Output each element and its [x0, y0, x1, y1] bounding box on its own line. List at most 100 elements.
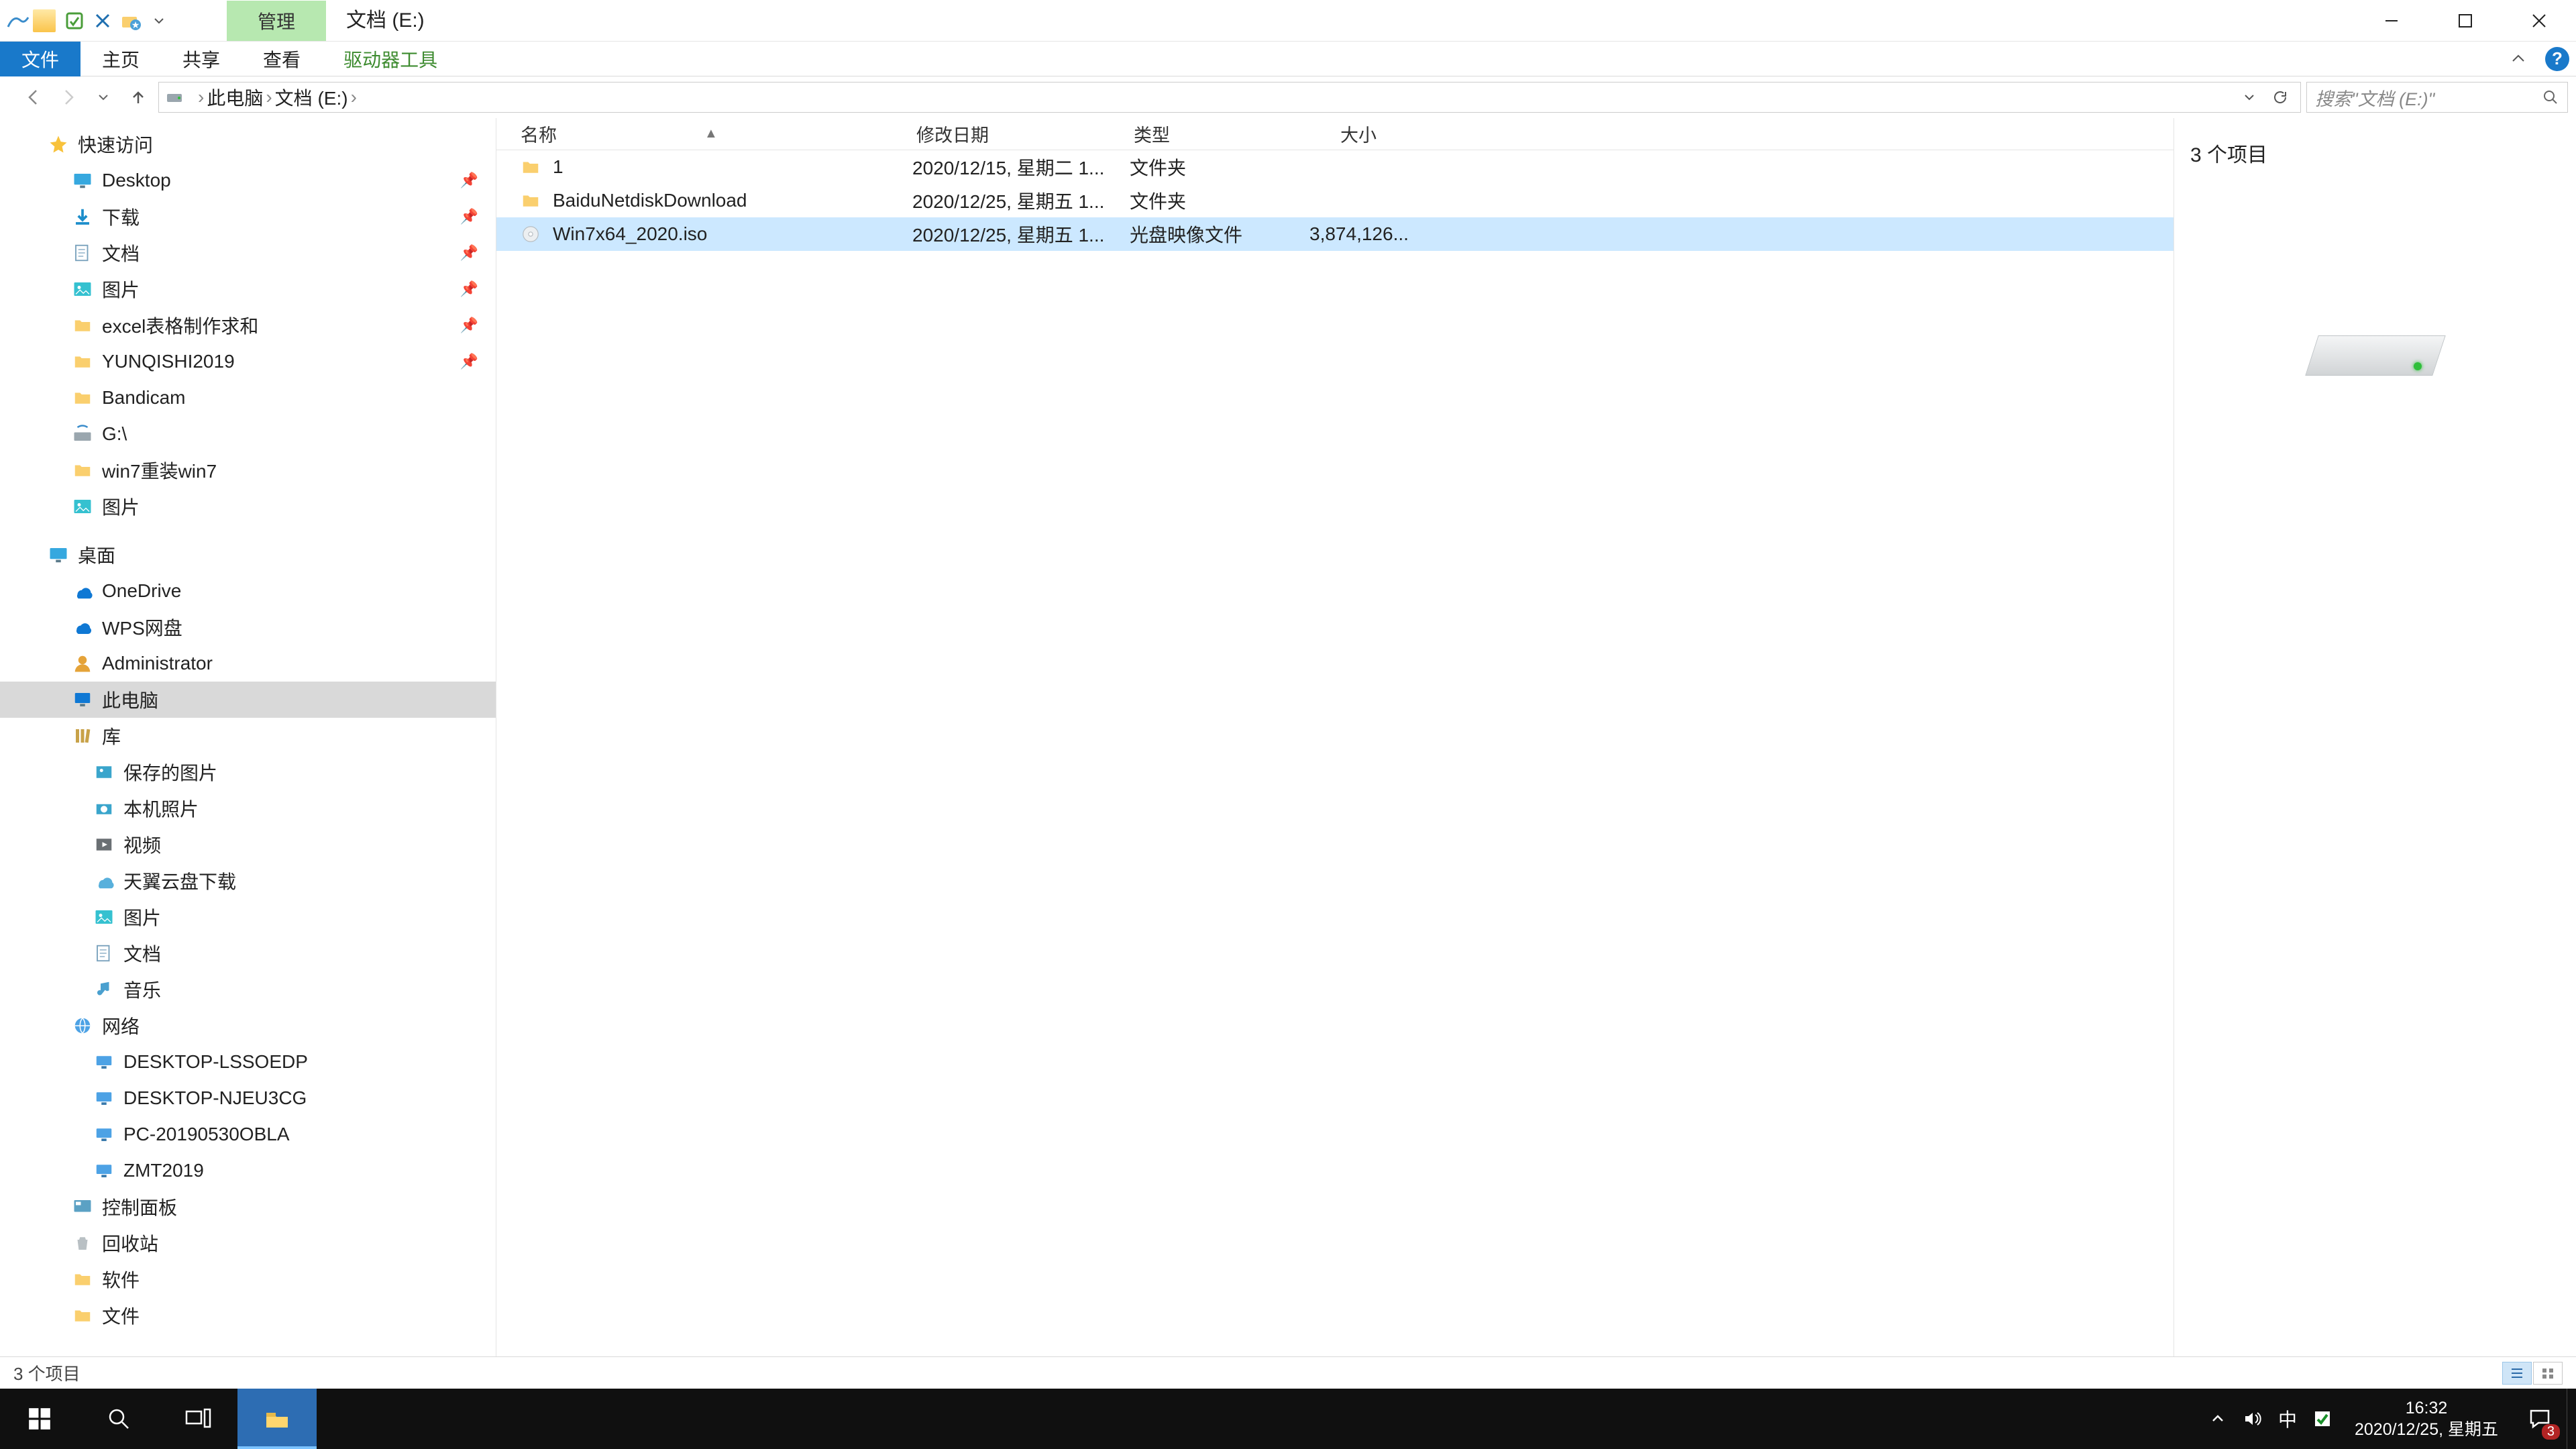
nav-quick-item[interactable]: Desktop 📌 [0, 162, 496, 199]
nav-quick-item[interactable]: win7重装win7 [0, 452, 496, 488]
nav-desktop-item[interactable]: 此电脑 [0, 682, 496, 718]
crumb-drive-e[interactable]: 文档 (E:) [275, 84, 348, 111]
refresh-icon[interactable] [2267, 89, 2294, 105]
nav-label: 库 [102, 722, 121, 749]
qat-properties-icon[interactable] [60, 0, 89, 42]
nav-network[interactable]: 网络 [0, 1008, 496, 1044]
nav-quick-item[interactable]: 文档 📌 [0, 235, 496, 271]
nav-network-item[interactable]: ZMT2019 [0, 1152, 496, 1189]
iso-icon [496, 224, 553, 244]
sort-ascending-icon: ▲ [704, 126, 718, 142]
ime-indicator[interactable]: 中 [2270, 1389, 2305, 1449]
search-button[interactable] [79, 1389, 158, 1449]
nav-library-item[interactable]: 音乐 [0, 971, 496, 1008]
nav-software[interactable]: 软件 [0, 1261, 496, 1297]
tab-share[interactable]: 共享 [161, 42, 241, 76]
nav-network-item[interactable]: DESKTOP-NJEU3CG [0, 1080, 496, 1116]
nav-quick-item[interactable]: G:\ [0, 416, 496, 452]
app-icon[interactable] [4, 0, 32, 42]
help-icon[interactable]: ? [2545, 47, 2569, 71]
nav-network-item[interactable]: DESKTOP-LSSOEDP [0, 1044, 496, 1080]
volume-icon[interactable] [2235, 1389, 2270, 1449]
nav-library-item[interactable]: 保存的图片 [0, 754, 496, 790]
file-row[interactable]: Win7x64_2020.iso 2020/12/25, 星期五 1... 光盘… [496, 217, 2174, 251]
security-icon[interactable] [2305, 1389, 2340, 1449]
file-explorer-taskbar-button[interactable] [237, 1389, 317, 1449]
nav-quick-item[interactable]: excel表格制作求和 📌 [0, 307, 496, 343]
nav-recycle-bin[interactable]: 回收站 [0, 1225, 496, 1261]
system-tray: 中 16:32 2020/12/25, 星期五 3 [2200, 1389, 2576, 1449]
tab-drive-tools[interactable]: 驱动器工具 [322, 42, 459, 76]
address-dropdown-icon[interactable] [2236, 91, 2263, 103]
nav-label: Desktop [102, 170, 171, 191]
nav-library-item[interactable]: 文档 [0, 935, 496, 971]
breadcrumb[interactable]: › 此电脑 › 文档 (E:) › [158, 82, 2301, 113]
file-row[interactable]: 1 2020/12/15, 星期二 1... 文件夹 [496, 150, 2174, 184]
nav-desktop-item[interactable]: 库 [0, 718, 496, 754]
tray-overflow-icon[interactable] [2200, 1389, 2235, 1449]
qat-dropdown-icon[interactable] [145, 0, 173, 42]
file-type: 光盘映像文件 [1130, 221, 1309, 248]
nav-library-item[interactable]: 视频 [0, 826, 496, 863]
nav-quick-item[interactable]: 下载 📌 [0, 199, 496, 235]
tab-view[interactable]: 查看 [241, 42, 322, 76]
nav-label: win7重装win7 [102, 457, 217, 484]
column-type[interactable]: 类型 [1110, 121, 1289, 147]
network-pc-icon [94, 1124, 123, 1144]
nav-quick-item[interactable]: YUNQISHI2019 📌 [0, 343, 496, 380]
column-name[interactable]: 名称▲ [496, 121, 892, 147]
details-view-button[interactable] [2502, 1362, 2532, 1385]
crumb-this-pc[interactable]: 此电脑 [207, 84, 263, 111]
qat-folder-icon[interactable] [32, 0, 60, 42]
nav-quick-item[interactable]: 图片 📌 [0, 271, 496, 307]
up-button[interactable] [123, 83, 153, 112]
column-size[interactable]: 大小 [1289, 121, 1403, 147]
recent-locations-icon[interactable] [89, 83, 118, 112]
qat-new-folder-icon[interactable]: ★ [117, 0, 145, 42]
search-input[interactable]: 搜索"文档 (E:)" [2306, 82, 2568, 113]
nav-label: 文档 [102, 239, 140, 266]
nav-label: excel表格制作求和 [102, 312, 258, 339]
nav-network-item[interactable]: PC-20190530OBLA [0, 1116, 496, 1152]
search-icon[interactable] [2542, 89, 2559, 106]
tab-home[interactable]: 主页 [80, 42, 161, 76]
nav-quick-access[interactable]: 快速访问 [0, 126, 496, 162]
nav-library-item[interactable]: 本机照片 [0, 790, 496, 826]
task-view-button[interactable] [158, 1389, 237, 1449]
nav-library-item[interactable]: 天翼云盘下载 [0, 863, 496, 899]
column-date[interactable]: 修改日期 [892, 121, 1110, 147]
file-date: 2020/12/25, 星期五 1... [912, 221, 1130, 248]
tab-file[interactable]: 文件 [0, 42, 80, 76]
close-button[interactable] [2502, 0, 2576, 42]
manage-contextual-tab[interactable]: 管理 [227, 1, 326, 41]
nav-desktop[interactable]: 桌面 [0, 537, 496, 573]
minimize-button[interactable] [2355, 0, 2428, 42]
action-center-button[interactable]: 3 [2513, 1389, 2567, 1449]
pin-icon: 📌 [460, 353, 478, 370]
nav-library-item[interactable]: 图片 [0, 899, 496, 935]
onedrive-icon [72, 581, 102, 601]
forward-button[interactable] [54, 83, 83, 112]
nav-file-folder[interactable]: 文件 [0, 1297, 496, 1334]
qat-close-icon[interactable] [89, 0, 117, 42]
folder-icon [72, 460, 102, 480]
nav-desktop-item[interactable]: OneDrive [0, 573, 496, 609]
nav-desktop-item[interactable]: WPS网盘 [0, 609, 496, 645]
start-button[interactable] [0, 1389, 79, 1449]
file-type: 文件夹 [1130, 154, 1309, 180]
nav-quick-item[interactable]: 图片 [0, 488, 496, 525]
ribbon-collapse-icon[interactable] [2491, 51, 2545, 67]
taskbar-clock[interactable]: 16:32 2020/12/25, 星期五 [2340, 1397, 2513, 1441]
nav-quick-item[interactable]: Bandicam [0, 380, 496, 416]
navigation-pane[interactable]: 快速访问 Desktop 📌 下载 📌 文档 📌 图片 📌 excel表格制作求… [0, 118, 496, 1356]
nav-desktop-item[interactable]: Administrator [0, 645, 496, 682]
file-row[interactable]: BaiduNetdiskDownload 2020/12/25, 星期五 1..… [496, 184, 2174, 217]
maximize-button[interactable] [2428, 0, 2502, 42]
nav-label: Administrator [102, 653, 213, 674]
nav-label: YUNQISHI2019 [102, 351, 235, 372]
show-desktop-button[interactable] [2567, 1389, 2576, 1449]
download-icon [72, 207, 102, 227]
thumbnails-view-button[interactable] [2533, 1362, 2563, 1385]
nav-control-panel[interactable]: 控制面板 [0, 1189, 496, 1225]
back-button[interactable] [19, 83, 48, 112]
